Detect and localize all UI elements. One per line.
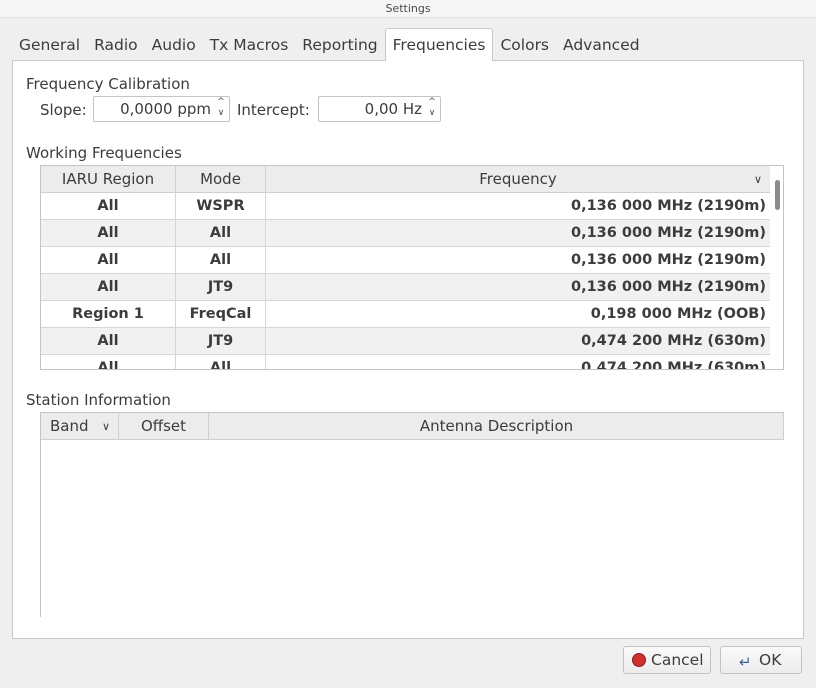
table-row[interactable]: All All 0,136 000 MHz (2190m) [41, 220, 770, 247]
cell-region: Region 1 [41, 301, 176, 327]
column-iaru-region[interactable]: IARU Region [41, 166, 176, 193]
slope-spinbox[interactable]: 0,0000 ppm ^ ∨ [93, 96, 230, 122]
table-row[interactable]: All JT9 0,474 200 MHz (630m) [41, 328, 770, 355]
frequencies-panel: Frequency Calibration Slope: 0,0000 ppm … [12, 60, 804, 639]
working-frequencies-title: Working Frequencies [26, 144, 182, 162]
cell-region: All [41, 247, 176, 273]
cell-frequency: 0,474 200 MHz (630m) [581, 333, 766, 349]
intercept-value: 0,00 Hz [364, 100, 422, 118]
working-frequencies-table[interactable]: IARU Region Mode Frequency ∨ All WSPR 0,… [40, 165, 784, 370]
sort-chevron-down-icon: ∨ [753, 173, 762, 186]
table-row[interactable]: All All 0,474 200 MHz (630m) [41, 355, 770, 370]
column-band[interactable]: Band ∨ [41, 413, 119, 440]
intercept-spin-arrows-icon[interactable]: ^ ∨ [424, 97, 440, 121]
intercept-label: Intercept: [237, 101, 310, 119]
cell-mode: All [176, 247, 266, 273]
cell-mode: All [176, 220, 266, 246]
tab-audio[interactable]: Audio [145, 28, 203, 60]
column-frequency[interactable]: Frequency ∨ [266, 166, 770, 193]
tab-radio[interactable]: Radio [87, 28, 145, 60]
tab-frequencies[interactable]: Frequencies [384, 28, 494, 61]
cancel-label: Cancel [651, 651, 704, 669]
window-title: Settings [0, 0, 816, 18]
column-band-label: Band [50, 417, 89, 435]
tab-reporting[interactable]: Reporting [295, 28, 384, 60]
cell-frequency: 0,198 000 MHz (OOB) [590, 306, 766, 322]
station-information-title: Station Information [26, 391, 171, 409]
table-row[interactable]: All WSPR 0,136 000 MHz (2190m) [41, 193, 770, 220]
cell-region: All [41, 220, 176, 246]
tab-advanced[interactable]: Advanced [556, 28, 647, 60]
station-information-table[interactable]: Band ∨ Offset Antenna Description [40, 412, 784, 617]
cell-frequency: 0,136 000 MHz (2190m) [571, 252, 766, 268]
frequency-calibration-title: Frequency Calibration [26, 75, 190, 93]
cell-frequency: 0,136 000 MHz (2190m) [571, 279, 766, 295]
intercept-spinbox[interactable]: 0,00 Hz ^ ∨ [318, 96, 441, 122]
table-header: Band ∨ Offset Antenna Description [41, 413, 784, 440]
cell-frequency: 0,136 000 MHz (2190m) [571, 225, 766, 241]
table-header: IARU Region Mode Frequency ∨ [41, 166, 770, 193]
ok-label: OK [759, 651, 782, 669]
enter-arrow-icon: ↵ [739, 653, 752, 671]
cell-region: All [41, 193, 176, 219]
cell-region: All [41, 274, 176, 300]
column-mode[interactable]: Mode [176, 166, 266, 193]
slope-value: 0,0000 ppm [120, 100, 211, 118]
cell-region: All [41, 355, 176, 369]
cell-mode: WSPR [176, 193, 266, 219]
table-row[interactable]: Region 1 FreqCal 0,198 000 MHz (OOB) [41, 301, 770, 328]
slope-label: Slope: [40, 101, 87, 119]
ok-button[interactable]: ↵ OK [720, 646, 802, 674]
cell-mode: JT9 [176, 274, 266, 300]
table-row[interactable]: All All 0,136 000 MHz (2190m) [41, 247, 770, 274]
vertical-scrollbar[interactable] [770, 166, 783, 369]
slope-spin-arrows-icon[interactable]: ^ ∨ [213, 97, 229, 121]
scrollbar-thumb[interactable] [775, 180, 780, 210]
tab-general[interactable]: General [12, 28, 87, 60]
cell-region: All [41, 328, 176, 354]
table-row[interactable]: All JT9 0,136 000 MHz (2190m) [41, 274, 770, 301]
cell-frequency: 0,136 000 MHz (2190m) [571, 198, 766, 214]
cell-mode: FreqCal [176, 301, 266, 327]
tab-colors[interactable]: Colors [493, 28, 556, 60]
tab-bar: General Radio Audio Tx Macros Reporting … [12, 28, 647, 61]
column-frequency-label: Frequency [479, 170, 557, 188]
sort-chevron-down-icon: ∨ [101, 420, 110, 433]
cancel-icon [632, 653, 646, 667]
cell-mode: All [176, 355, 266, 369]
tab-tx-macros[interactable]: Tx Macros [203, 28, 296, 60]
column-offset[interactable]: Offset [119, 413, 209, 440]
cell-mode: JT9 [176, 328, 266, 354]
cell-frequency: 0,474 200 MHz (630m) [581, 360, 766, 370]
column-antenna-description[interactable]: Antenna Description [209, 413, 784, 440]
cancel-button[interactable]: Cancel [623, 646, 711, 674]
